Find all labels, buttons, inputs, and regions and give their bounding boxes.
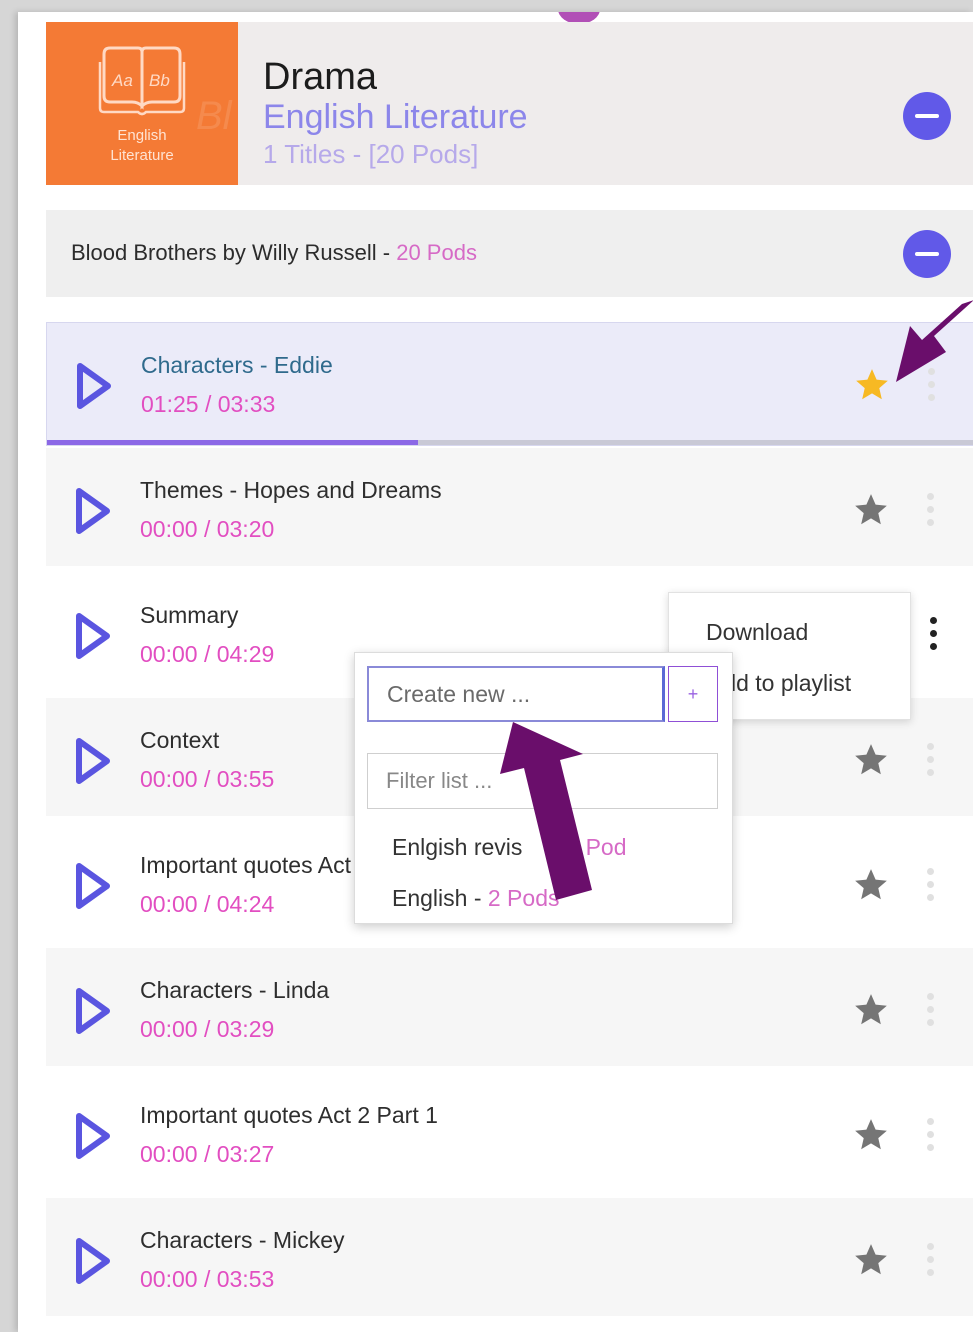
- more-options-icon[interactable]: [923, 993, 937, 1029]
- more-options-icon[interactable]: [926, 617, 940, 653]
- pod-time: 00:00 / 03:27: [140, 1141, 275, 1167]
- pod-title: Context: [140, 727, 220, 753]
- star-icon[interactable]: [852, 741, 890, 779]
- category-title: Drama: [263, 56, 378, 98]
- star-icon[interactable]: [853, 366, 891, 404]
- pod-title: Themes - Hopes and Dreams: [140, 477, 442, 503]
- play-icon[interactable]: [73, 986, 113, 1036]
- collapse-subject-button[interactable]: [903, 92, 951, 140]
- more-options-icon[interactable]: [923, 743, 937, 779]
- pod-time: 00:00 / 03:29: [140, 1016, 275, 1042]
- pod-row[interactable]: Characters - Mickey 00:00 / 03:53: [46, 1198, 973, 1316]
- pod-time: 00:00 / 03:55: [140, 766, 275, 792]
- tile-label-line2: Literature: [110, 147, 174, 164]
- pod-title: Summary: [140, 602, 239, 628]
- play-icon[interactable]: [73, 1111, 113, 1161]
- subject-tile: Aa Bb Bl English Literature: [46, 22, 238, 185]
- menu-item-download[interactable]: Download: [706, 619, 808, 646]
- create-playlist-button[interactable]: +: [668, 666, 718, 722]
- star-icon[interactable]: [852, 1241, 890, 1279]
- pod-time: 00:00 / 04:24: [140, 891, 275, 917]
- subject-header: Aa Bb Bl English Literature Drama Englis…: [46, 22, 973, 185]
- title-name: Blood Brothers by Willy Russell -: [71, 240, 397, 265]
- more-options-icon[interactable]: [923, 868, 937, 904]
- pod-title: Characters - Linda: [140, 977, 330, 1003]
- pod-row[interactable]: Important quotes Act 2 Part 1 00:00 / 03…: [46, 1073, 973, 1191]
- more-options-icon[interactable]: [923, 1243, 937, 1279]
- pod-row[interactable]: Characters - Eddie 01:25 / 03:33: [46, 322, 973, 446]
- app-panel: Aa Bb Bl English Literature Drama Englis…: [18, 12, 973, 1332]
- play-icon[interactable]: [74, 361, 114, 411]
- star-icon[interactable]: [852, 491, 890, 529]
- play-icon[interactable]: [73, 1236, 113, 1286]
- svg-text:Bb: Bb: [149, 71, 170, 90]
- play-icon[interactable]: [73, 861, 113, 911]
- progress-fill: [47, 440, 418, 445]
- progress-bar[interactable]: [47, 440, 973, 445]
- pod-time: 00:00 / 03:53: [140, 1266, 275, 1292]
- pod-title: Characters - Mickey: [140, 1227, 345, 1253]
- star-icon[interactable]: [852, 1116, 890, 1154]
- more-options-icon[interactable]: [923, 1118, 937, 1154]
- annotation-arrow-star: [896, 300, 973, 382]
- play-icon[interactable]: [73, 486, 113, 536]
- star-icon[interactable]: [852, 866, 890, 904]
- annotation-arrow-create: [500, 722, 592, 900]
- pod-time: 01:25 / 03:33: [141, 391, 276, 417]
- subject-name: English Literature: [263, 98, 528, 136]
- pod-time: 00:00 / 04:29: [140, 641, 275, 667]
- pod-title: Important quotes Act 2 Part 1: [140, 1102, 438, 1128]
- title-bar[interactable]: Blood Brothers by Willy Russell - 20 Pod…: [46, 210, 973, 297]
- title-text: Blood Brothers by Willy Russell - 20 Pod…: [71, 240, 477, 266]
- subject-meta: 1 Titles - [20 Pods]: [263, 139, 479, 169]
- pod-title: Characters - Eddie: [141, 352, 333, 378]
- tile-label-line1: English: [117, 127, 167, 144]
- title-pod-count: 20 Pods: [396, 240, 477, 265]
- collapse-title-button[interactable]: [903, 230, 951, 278]
- pod-row[interactable]: Characters - Linda 00:00 / 03:29: [46, 948, 973, 1066]
- menu-item-add-to-playlist[interactable]: ld to playlist: [731, 670, 851, 697]
- svg-text:Aa: Aa: [111, 71, 133, 90]
- tile-label: English Literature: [46, 126, 238, 166]
- more-options-icon[interactable]: [923, 493, 937, 529]
- pod-title: Important quotes Act: [140, 852, 351, 878]
- star-icon[interactable]: [852, 991, 890, 1029]
- pod-row[interactable]: Themes - Hopes and Dreams 00:00 / 03:20: [46, 448, 973, 566]
- play-icon[interactable]: [73, 736, 113, 786]
- pod-time: 00:00 / 03:20: [140, 516, 275, 542]
- play-icon[interactable]: [73, 611, 113, 661]
